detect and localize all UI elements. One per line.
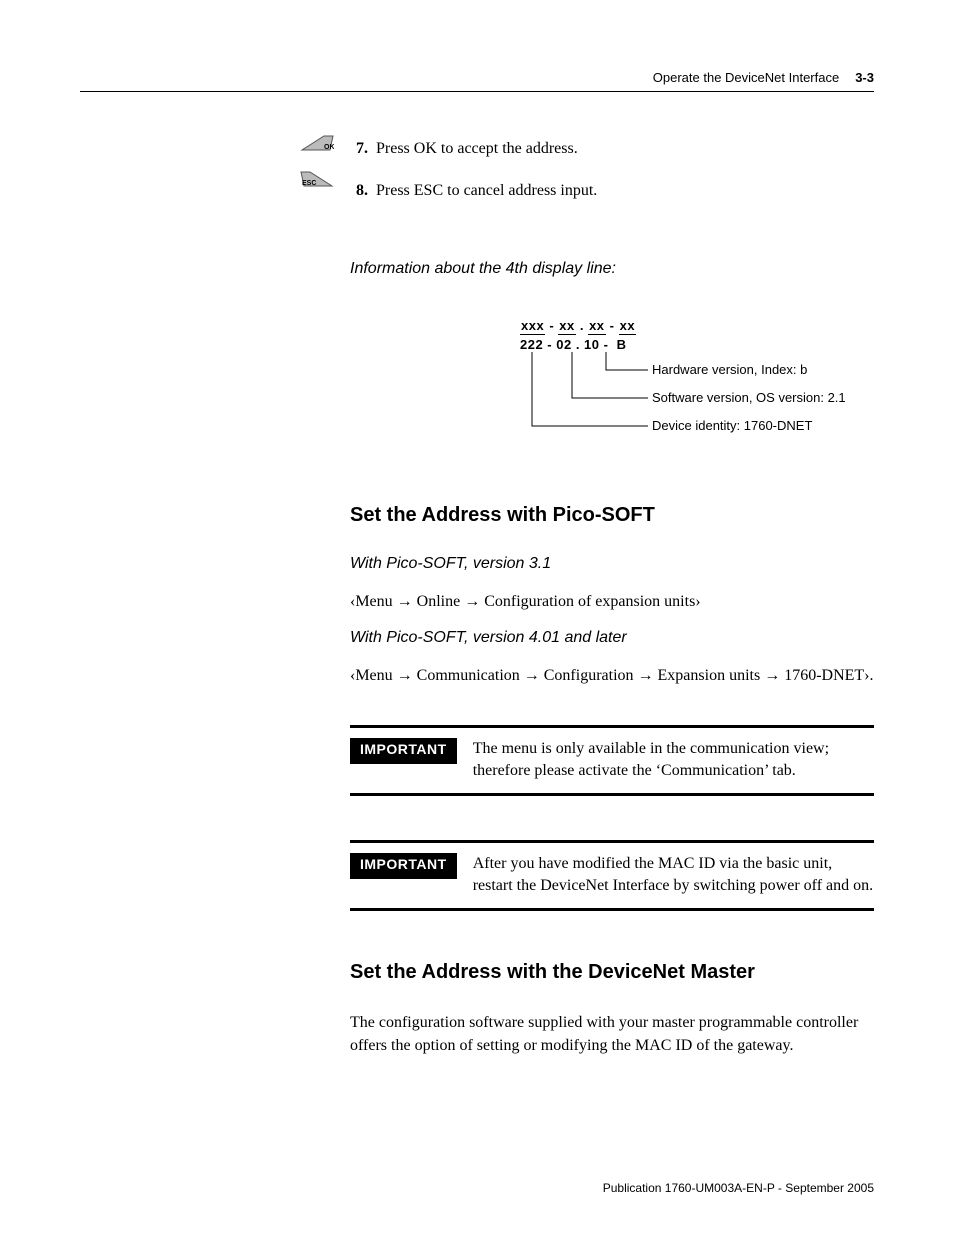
version-subheading-401: With Pico-SOFT, version 4.01 and later: [350, 629, 874, 647]
important-label: IMPORTANT: [350, 738, 457, 764]
menu-path-401: ‹Menu → Communication → Configuration → …: [350, 667, 874, 685]
list-item: 7. Press OK to accept the address.: [350, 140, 874, 158]
version-subheading-31: With Pico-SOFT, version 3.1: [350, 555, 874, 573]
section-heading-devicenet: Set the Address with the DeviceNet Maste…: [350, 961, 874, 984]
important-text: The menu is only available in the commun…: [473, 738, 874, 781]
diagram-sample-row: 222 - 02 . 10 - B: [520, 337, 874, 352]
header-page-number: 3-3: [855, 70, 874, 85]
esc-key-icon: ESC: [300, 166, 334, 190]
important-box-1: IMPORTANT The menu is only available in …: [350, 725, 874, 796]
diagram-mask-row: xxx - xx . xx - xx: [520, 318, 874, 333]
menu-path-31: ‹Menu → Online → Configuration of expans…: [350, 593, 874, 611]
key-icon-group: OK ESC: [300, 130, 340, 202]
page: Operate the DeviceNet Interface 3-3 OK E…: [0, 0, 954, 1235]
callout-identity: Device identity: 1760-DNET: [652, 418, 812, 433]
callout-hardware: Hardware version, Index: b: [652, 362, 807, 377]
header-section-title: Operate the DeviceNet Interface: [653, 70, 839, 85]
callout-software: Software version, OS version: 2.1: [652, 390, 846, 405]
list-item: 8. Press ESC to cancel address input.: [350, 182, 874, 200]
important-text: After you have modified the MAC ID via t…: [473, 853, 874, 896]
info-subheading: Information about the 4th display line:: [350, 260, 874, 278]
display-line-diagram: xxx - xx . xx - xx 222 - 02 . 10 - B Har…: [520, 318, 874, 458]
important-label: IMPORTANT: [350, 853, 457, 879]
publication-footer: Publication 1760-UM003A-EN-P - September…: [603, 1181, 874, 1195]
step-list: 7. Press OK to accept the address. 8. Pr…: [350, 140, 874, 200]
important-box-2: IMPORTANT After you have modified the MA…: [350, 840, 874, 911]
svg-text:OK: OK: [324, 144, 334, 151]
section-heading-picosoft: Set the Address with Pico-SOFT: [350, 504, 874, 527]
svg-text:ESC: ESC: [302, 180, 316, 187]
body-paragraph: The configuration software supplied with…: [350, 1012, 874, 1057]
ok-key-icon: OK: [300, 130, 334, 154]
running-header: Operate the DeviceNet Interface 3-3: [80, 70, 874, 92]
step-number: 7.: [350, 140, 368, 158]
step-text: Press OK to accept the address.: [376, 140, 578, 158]
step-number: 8.: [350, 182, 368, 200]
content-column: 7. Press OK to accept the address. 8. Pr…: [350, 140, 874, 1057]
step-text: Press ESC to cancel address input.: [376, 182, 597, 200]
